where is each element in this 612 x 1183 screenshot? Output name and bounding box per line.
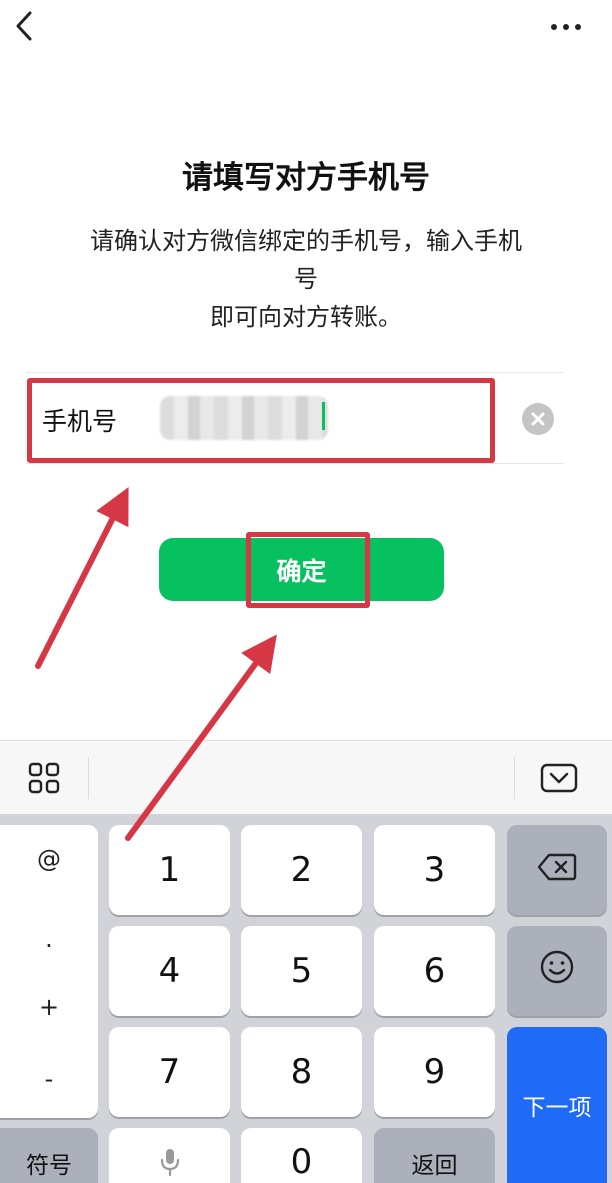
key-8[interactable]: 8 [241,1027,362,1117]
key-4[interactable]: 4 [109,926,230,1016]
toolbar-divider [88,757,89,799]
keyboard-toolbar [0,740,612,814]
emoji-key[interactable] [507,926,607,1016]
symbol-column[interactable]: @ . + - [0,825,98,1118]
keyboard-hide-icon[interactable] [540,763,578,793]
emoji-icon [539,949,575,994]
symbol-key-plus[interactable]: + [0,993,98,1021]
key-6[interactable]: 6 [374,926,495,1016]
key-7[interactable]: 7 [109,1027,230,1117]
mic-icon [159,1146,181,1183]
symbols-key[interactable]: 符号 [0,1128,98,1183]
key-1[interactable]: 1 [109,825,230,915]
symbol-key-dot[interactable]: . [0,925,98,953]
clear-input-icon[interactable] [522,403,554,435]
annotation-box-phone-field [27,378,495,463]
more-dots-icon[interactable] [548,14,588,40]
annotation-arrow-to-field [35,487,129,669]
back-icon[interactable] [10,8,40,44]
key-9[interactable]: 9 [374,1027,495,1117]
backspace-icon [537,850,577,890]
key-5[interactable]: 5 [241,926,362,1016]
description-line-1: 请确认对方微信绑定的手机号，输入手机号 [90,227,522,293]
key-0[interactable]: 0 [241,1128,362,1183]
page-description: 请确认对方微信绑定的手机号，输入手机号 即可向对方转账。 [80,222,532,336]
voice-input-key[interactable] [109,1128,230,1183]
top-bar [0,0,612,60]
next-item-key[interactable]: 下一项 [507,1027,607,1183]
return-key[interactable]: 返回 [374,1128,495,1183]
key-2[interactable]: 2 [241,825,362,915]
page-title: 请填写对方手机号 [182,160,430,196]
grid-icon[interactable] [28,762,60,794]
backspace-key[interactable] [507,825,607,915]
symbol-key-at[interactable]: @ [0,845,98,873]
key-3[interactable]: 3 [374,825,495,915]
description-line-2: 即可向对方转账。 [210,303,402,331]
symbol-key-minus[interactable]: - [0,1065,98,1093]
annotation-box-confirm [246,532,370,608]
toolbar-divider [514,757,515,799]
field-bottom-divider [26,463,564,464]
field-top-divider [26,372,564,373]
